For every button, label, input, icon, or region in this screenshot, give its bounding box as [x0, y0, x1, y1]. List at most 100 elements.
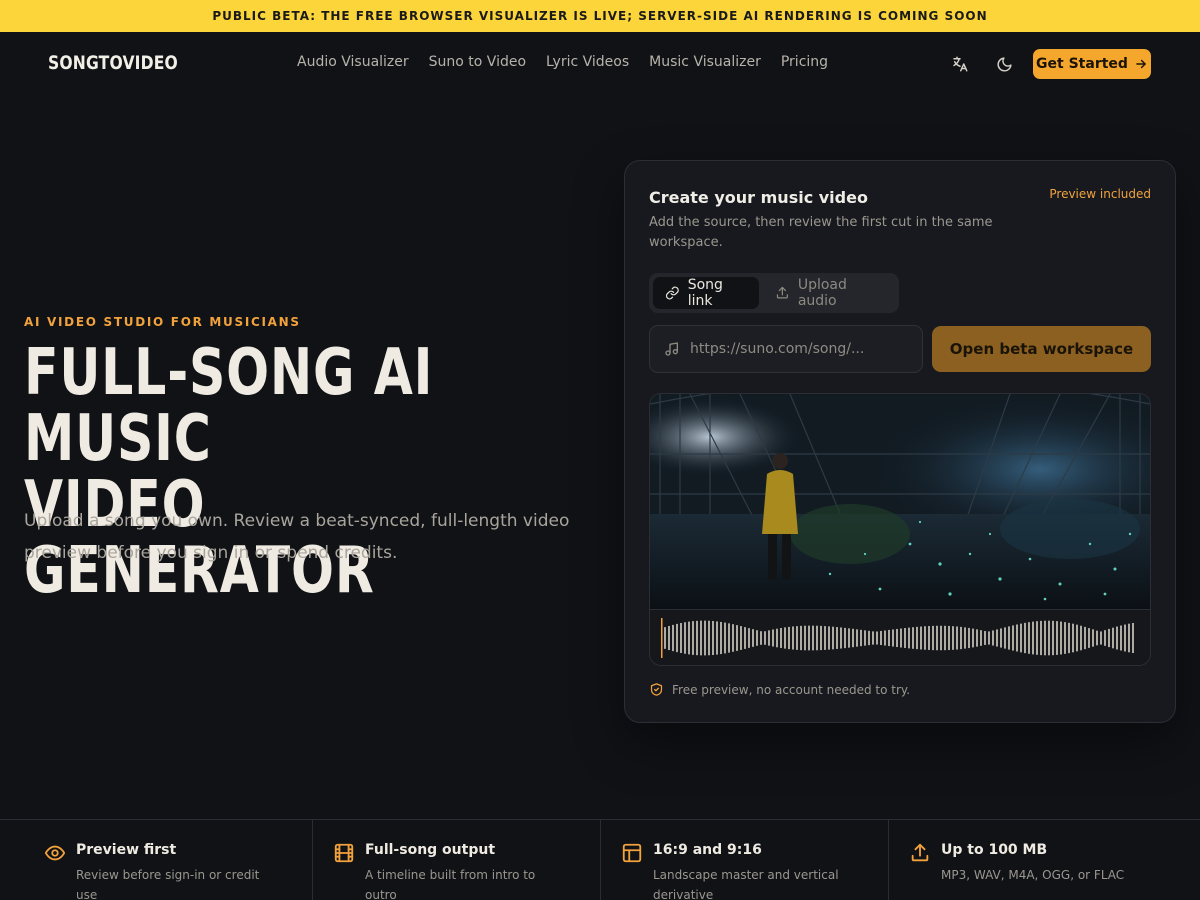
waveform-bar — [1060, 621, 1062, 655]
nav-link-lyric-videos[interactable]: Lyric Videos — [546, 54, 629, 70]
feature-title: 16:9 and 9:16 — [653, 842, 762, 858]
translate-icon[interactable] — [950, 54, 970, 74]
waveform-bar — [1012, 625, 1014, 651]
waveform-bar — [916, 626, 918, 650]
waveform-bar — [800, 625, 802, 651]
song-url-field[interactable] — [649, 325, 923, 373]
waveform-bar — [772, 629, 774, 647]
waveform-bar — [780, 628, 782, 648]
playhead[interactable] — [661, 618, 663, 658]
waveform-bar — [1080, 625, 1082, 651]
feature-subtitle: Landscape master and vertical derivative — [653, 868, 839, 900]
waveform-bar — [704, 620, 706, 656]
waveform-bar — [756, 630, 758, 646]
feature-preview-first: Preview first Review before sign-in or c… — [0, 820, 313, 900]
waveform-bar — [680, 623, 682, 653]
waveform-bar — [760, 631, 762, 645]
song-url-input[interactable] — [690, 341, 900, 357]
waveform-bar — [1032, 621, 1034, 655]
waveform-bar — [992, 630, 994, 646]
card-description: Add the source, then review the first cu… — [649, 215, 993, 250]
waveform-bar — [1084, 626, 1086, 650]
waveform-bar — [988, 631, 990, 645]
waveform-bar — [1120, 625, 1122, 651]
waveform-bar — [804, 625, 806, 651]
waveform-bar — [880, 630, 882, 646]
waveform-bar — [1092, 629, 1094, 647]
tab-song-link[interactable]: Song link — [653, 277, 760, 309]
waveform-bar — [856, 629, 858, 647]
waveform-bar — [840, 627, 842, 649]
feature-full-song-output: Full-song output A timeline built from i… — [313, 820, 601, 900]
waveform-bar — [824, 626, 826, 650]
moon-icon[interactable] — [994, 54, 1014, 74]
nav-link-pricing[interactable]: Pricing — [781, 54, 828, 70]
waveform-bar — [932, 625, 934, 651]
beta-banner-text: PUBLIC BETA: THE FREE BROWSER VISUALIZER… — [212, 9, 988, 23]
waveform-bar — [848, 628, 850, 648]
waveform-bar — [716, 621, 718, 655]
tab-song-link-label: Song link — [687, 277, 723, 309]
waveform-bar — [1068, 622, 1070, 654]
beta-banner: PUBLIC BETA: THE FREE BROWSER VISUALIZER… — [0, 0, 1200, 32]
waveform-bar — [752, 629, 754, 647]
waveform-bar — [912, 627, 914, 649]
hero-subhead: Upload a song you own. Review a beat-syn… — [24, 511, 570, 563]
top-nav: SONGTOVIDEO Audio Visualizer Suno to Vid… — [0, 32, 1200, 96]
music-note-icon — [665, 342, 678, 356]
waveform-bar — [1072, 623, 1074, 653]
waveform-bar — [1056, 621, 1058, 655]
waveform-bar — [684, 622, 686, 654]
waveform-bar — [996, 629, 998, 647]
waveform-bar — [976, 629, 978, 647]
waveform-bar — [720, 621, 722, 655]
waveform-bar — [1100, 631, 1102, 645]
nav-link-suno-to-video[interactable]: Suno to Video — [429, 54, 526, 70]
nav-link-audio-visualizer[interactable]: Audio Visualizer — [297, 54, 409, 70]
logo[interactable]: SONGTOVIDEO — [48, 52, 178, 74]
preview-badge: Preview included — [1049, 187, 1151, 201]
footnote: Free preview, no account needed to try. — [649, 682, 910, 697]
waveform-bar — [828, 626, 830, 650]
waveform-bar — [700, 620, 702, 656]
waveform-bar — [732, 624, 734, 652]
waveform-bar — [692, 621, 694, 655]
waveform-bar — [792, 626, 794, 650]
waveform-bar — [844, 627, 846, 649]
waveform-bar — [960, 626, 962, 650]
waveform-bar — [724, 622, 726, 654]
waveform-bar — [1028, 622, 1030, 654]
waveform-bar — [900, 628, 902, 648]
waveform-bar — [740, 626, 742, 650]
waveform-bar — [864, 630, 866, 646]
waveform-bar — [884, 630, 886, 646]
open-beta-workspace-button[interactable]: Open beta workspace — [932, 326, 1151, 372]
video-preview[interactable] — [649, 393, 1151, 666]
waveform-bar — [940, 625, 942, 651]
waveform-bar — [1040, 620, 1042, 656]
waveform-bar — [964, 627, 966, 649]
audio-waveform[interactable] — [650, 609, 1150, 665]
feature-subtitle: A timeline built from intro to outro — [365, 868, 536, 900]
nav-link-music-visualizer[interactable]: Music Visualizer — [649, 54, 761, 70]
waveform-bar — [668, 625, 670, 651]
get-started-button[interactable]: Get Started — [1033, 49, 1151, 79]
waveform-bar — [860, 629, 862, 647]
waveform-bar — [944, 625, 946, 651]
tab-upload-audio[interactable]: Upload audio — [763, 277, 895, 309]
shield-check-icon — [650, 683, 663, 696]
create-video-card: Create your music video Add the source, … — [624, 160, 1176, 723]
waveform-bars — [661, 618, 1134, 658]
waveform-bar — [1016, 624, 1018, 652]
feature-title: Up to 100 MB — [941, 842, 1048, 858]
waveform-bar — [1104, 630, 1106, 646]
waveform-bar — [688, 621, 690, 655]
arrow-right-icon — [1136, 59, 1146, 69]
waveform-bar — [816, 625, 818, 651]
waveform-bar — [952, 626, 954, 650]
waveform-bar — [768, 630, 770, 646]
feature-strip: Preview first Review before sign-in or c… — [0, 819, 1200, 900]
waveform-bar — [876, 631, 878, 645]
waveform-bar — [892, 629, 894, 647]
waveform-bar — [968, 627, 970, 649]
